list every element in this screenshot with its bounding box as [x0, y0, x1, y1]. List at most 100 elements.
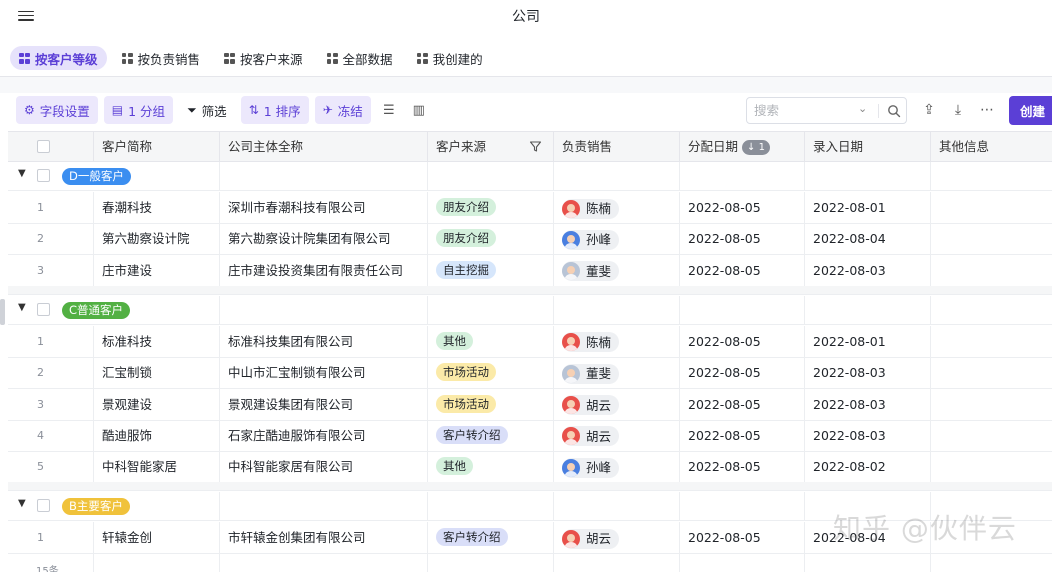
cell-full-name[interactable]: 景观建设集团有限公司	[220, 388, 428, 420]
create-button[interactable]: 创建	[1009, 96, 1052, 125]
cell-full-name[interactable]: 石家庄酷迪服饰有限公司	[220, 419, 428, 451]
chart-icon[interactable]: ▥	[407, 96, 431, 124]
cell-sales[interactable]: 孙峰	[554, 223, 680, 255]
cell-short-name[interactable]: 轩辕金创	[94, 522, 220, 554]
table-row[interactable]: 5 中科智能家居 中科智能家居有限公司 其他 孙峰 2022-08-05 2022-08-0…	[8, 451, 1052, 484]
sort-button[interactable]: ⇅ 1 排序	[240, 96, 309, 124]
cell-other-info[interactable]	[931, 192, 1052, 223]
cell-full-name[interactable]: 庄市建设投资集团有限责任公司	[220, 254, 428, 286]
group-button[interactable]: ▤ 1 分组	[103, 96, 174, 124]
view-tab[interactable]: 按负责销售	[113, 46, 210, 70]
cell-source[interactable]: 市场活动	[428, 357, 554, 389]
cell-other-info[interactable]	[931, 389, 1052, 420]
cell-other-info[interactable]	[931, 420, 1052, 451]
group-checkbox[interactable]	[37, 169, 50, 182]
row-height-icon[interactable]: ☰	[377, 96, 401, 124]
cell-sales[interactable]: 董斐	[554, 357, 680, 389]
table-row[interactable]: 4 酷迪服饰 石家庄酷迪服饰有限公司 客户转介绍 胡云 2022-08-05 2022-08…	[8, 419, 1052, 452]
cell-assign-date[interactable]: 2022-08-05	[680, 325, 805, 357]
cell-assign-date[interactable]: 2022-08-05	[680, 522, 805, 554]
cell-short-name[interactable]: 第六勘察设计院	[94, 223, 220, 255]
chevron-down-icon[interactable]: ▼	[18, 498, 26, 509]
header-full-name[interactable]: 公司主体全称	[220, 132, 428, 162]
search-input[interactable]	[754, 103, 854, 118]
cell-assign-date[interactable]: 2022-08-05	[680, 223, 805, 255]
group-checkbox[interactable]	[37, 499, 50, 513]
cell-short-name[interactable]: 中科智能家居	[94, 451, 220, 483]
cell-short-name[interactable]: 标准科技	[94, 325, 220, 357]
group-header-row[interactable]: ▼ C普通客户	[8, 295, 1052, 325]
cell-sales[interactable]: 陈楠	[554, 192, 680, 223]
cell-other-info[interactable]	[931, 357, 1052, 388]
download-icon[interactable]: ⤓	[946, 97, 970, 123]
cell-short-name[interactable]: 汇宝制锁	[94, 357, 220, 389]
cell-full-name[interactable]: 第六勘察设计院集团有限公司	[220, 223, 428, 255]
filter-button[interactable]: ⏷ 筛选	[179, 96, 235, 124]
scrollbar-handle[interactable]	[0, 299, 5, 325]
table-row[interactable]: 3 庄市建设 庄市建设投资集团有限责任公司 自主挖掘 董斐 2022-08-05 2022-…	[8, 254, 1052, 287]
cell-source[interactable]: 其他	[428, 451, 554, 483]
cell-full-name[interactable]: 市轩辕金创集团有限公司	[220, 522, 428, 554]
cell-entry-date[interactable]: 2022-08-03	[805, 254, 931, 286]
group-header-row[interactable]: ▼ D一般客户	[8, 162, 1052, 191]
cell-source[interactable]: 自主挖掘	[428, 254, 554, 286]
header-source[interactable]: 客户来源	[428, 132, 554, 162]
view-tab[interactable]: 按客户来源	[215, 46, 312, 70]
upload-icon[interactable]: ⇪	[917, 97, 941, 123]
cell-assign-date[interactable]: 2022-08-05	[680, 254, 805, 286]
cell-entry-date[interactable]: 2022-08-03	[805, 388, 931, 420]
header-assign-date[interactable]: 分配日期 ↓ 1	[680, 132, 805, 162]
table-row[interactable]: 1 标准科技 标准科技集团有限公司 其他 陈楠 2022-08-05 2022-08-01	[8, 325, 1052, 358]
cell-other-info[interactable]	[931, 326, 1052, 357]
header-other-info[interactable]: 其他信息	[931, 132, 1052, 162]
cell-entry-date[interactable]: 2022-08-01	[805, 325, 931, 357]
cell-entry-date[interactable]: 2022-08-03	[805, 357, 931, 389]
table-row[interactable]: 2 汇宝制锁 中山市汇宝制锁有限公司 市场活动 董斐 2022-08-05 2022-08-…	[8, 357, 1052, 390]
more-icon[interactable]: ⋯	[975, 97, 999, 123]
chevron-down-icon[interactable]: ▼	[18, 168, 26, 179]
chevron-down-icon[interactable]: ▼	[18, 302, 26, 313]
cell-short-name[interactable]: 景观建设	[94, 388, 220, 420]
cell-full-name[interactable]: 中山市汇宝制锁有限公司	[220, 357, 428, 389]
cell-source[interactable]: 客户转介绍	[428, 419, 554, 451]
cell-sales[interactable]: 孙峰	[554, 451, 680, 483]
group-checkbox[interactable]	[37, 302, 50, 316]
cell-sales[interactable]: 胡云	[554, 419, 680, 451]
cell-source[interactable]: 朋友介绍	[428, 192, 554, 223]
cell-other-info[interactable]	[931, 255, 1052, 286]
cell-sales[interactable]: 董斐	[554, 254, 680, 286]
cell-full-name[interactable]: 标准科技集团有限公司	[220, 325, 428, 357]
search-icon[interactable]	[886, 103, 902, 119]
chevron-down-icon[interactable]: ⌄	[858, 102, 867, 115]
search-box[interactable]: ⌄	[746, 97, 907, 124]
cell-assign-date[interactable]: 2022-08-05	[680, 357, 805, 389]
freeze-button[interactable]: ✈ 冻结	[314, 96, 371, 124]
table-row[interactable]: 2 第六勘察设计院 第六勘察设计院集团有限公司 朋友介绍 孙峰 2022-08-05 202…	[8, 223, 1052, 256]
view-tab[interactable]: 全部数据	[318, 46, 402, 70]
header-short-name[interactable]: 客户简称	[94, 132, 220, 162]
cell-sales[interactable]: 胡云	[554, 522, 680, 554]
header-sales[interactable]: 负责销售	[554, 132, 680, 162]
cell-sales[interactable]: 陈楠	[554, 325, 680, 357]
cell-source[interactable]: 朋友介绍	[428, 223, 554, 255]
cell-assign-date[interactable]: 2022-08-05	[680, 419, 805, 451]
cell-entry-date[interactable]: 2022-08-03	[805, 419, 931, 451]
view-tab[interactable]: 我创建的	[408, 46, 492, 70]
cell-sales[interactable]: 胡云	[554, 388, 680, 420]
cell-short-name[interactable]: 酷迪服饰	[94, 419, 220, 451]
cell-short-name[interactable]: 庄市建设	[94, 254, 220, 286]
filter-icon[interactable]	[529, 140, 542, 153]
cell-assign-date[interactable]: 2022-08-05	[680, 451, 805, 483]
cell-full-name[interactable]: 中科智能家居有限公司	[220, 451, 428, 483]
table-row[interactable]: 1 春潮科技 深圳市春潮科技有限公司 朋友介绍 陈楠 2022-08-05 2022-08-…	[8, 192, 1052, 224]
cell-entry-date[interactable]: 2022-08-02	[805, 451, 931, 483]
table-row[interactable]: 3 景观建设 景观建设集团有限公司 市场活动 胡云 2022-08-05 2022-08-0…	[8, 388, 1052, 421]
cell-assign-date[interactable]: 2022-08-05	[680, 192, 805, 223]
cell-short-name[interactable]: 春潮科技	[94, 192, 220, 223]
view-tab[interactable]: 按客户等级	[10, 46, 107, 70]
cell-full-name[interactable]: 深圳市春潮科技有限公司	[220, 192, 428, 223]
cell-assign-date[interactable]: 2022-08-05	[680, 388, 805, 420]
cell-source[interactable]: 其他	[428, 325, 554, 357]
header-entry-date[interactable]: 录入日期	[805, 132, 931, 162]
cell-source[interactable]: 客户转介绍	[428, 522, 554, 554]
